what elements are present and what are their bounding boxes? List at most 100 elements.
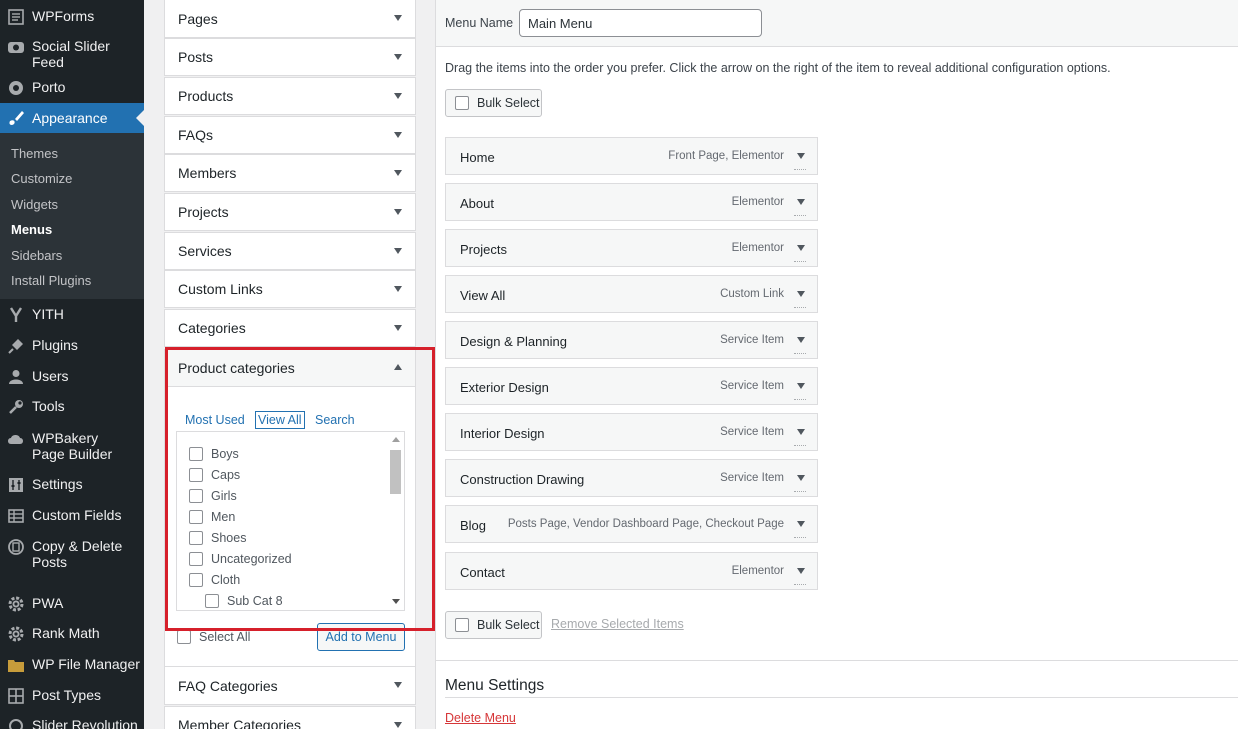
accordion-section-posts[interactable]: Posts — [164, 38, 416, 76]
list-item[interactable]: Cloth — [189, 573, 240, 587]
chevron-down-icon[interactable] — [394, 132, 402, 138]
scroll-down-icon[interactable] — [392, 599, 400, 604]
chevron-down-icon[interactable] — [394, 286, 402, 292]
submenu-widgets[interactable]: Widgets — [11, 197, 58, 212]
sidebar-item-plugins[interactable]: Plugins — [0, 337, 144, 355]
menu-item-contact[interactable]: Contact Elementor — [445, 552, 818, 590]
chevron-down-icon[interactable] — [797, 521, 805, 527]
menu-item-design-planning[interactable]: Design & Planning Service Item — [445, 321, 818, 359]
bulk-select-button-bottom[interactable]: Bulk Select — [445, 611, 542, 639]
remove-selected-items-link[interactable]: Remove Selected Items — [551, 617, 684, 631]
chevron-down-icon[interactable] — [797, 429, 805, 435]
bulk-select-checkbox[interactable] — [455, 96, 469, 110]
menu-item-view-all[interactable]: View All Custom Link — [445, 275, 818, 313]
sidebar-item-rank-math[interactable]: Rank Math — [0, 625, 144, 643]
chevron-up-icon[interactable] — [394, 364, 402, 370]
submenu-themes[interactable]: Themes — [11, 146, 58, 161]
chevron-down-icon[interactable] — [394, 722, 402, 728]
sidebar-item-custom-fields[interactable]: Custom Fields — [0, 507, 144, 525]
sidebar-item-porto[interactable]: Porto — [0, 79, 144, 97]
sidebar-item-slider-revolution[interactable]: Slider Revolution — [0, 717, 144, 729]
menu-item-construction-drawing[interactable]: Construction Drawing Service Item — [445, 459, 818, 497]
chevron-down-icon[interactable] — [394, 248, 402, 254]
submenu-menus[interactable]: Menus — [11, 222, 52, 237]
sidebar-item-tools[interactable]: Tools — [0, 398, 144, 416]
accordion-section-member-categories[interactable]: Member Categories — [164, 706, 416, 729]
accordion-section-faqs[interactable]: FAQs — [164, 116, 416, 154]
category-checkbox[interactable] — [189, 573, 203, 587]
list-item[interactable]: Caps — [189, 468, 240, 482]
sidebar-item-wpbakery[interactable]: WPBakery Page Builder — [0, 430, 128, 462]
accordion-section-categories[interactable]: Categories — [164, 309, 416, 347]
sidebar-item-social-slider-feed[interactable]: Social Slider Feed — [0, 38, 144, 70]
menu-item-blog[interactable]: Blog Posts Page, Vendor Dashboard Page, C… — [445, 505, 818, 543]
chevron-down-icon[interactable] — [394, 93, 402, 99]
chevron-down-icon[interactable] — [394, 325, 402, 331]
menu-item-home[interactable]: Home Front Page, Elementor — [445, 137, 818, 175]
chevron-down-icon[interactable] — [797, 383, 805, 389]
sidebar-item-yith[interactable]: YITH — [0, 306, 144, 324]
sidebar-item-settings[interactable]: Settings — [0, 476, 144, 494]
list-item[interactable]: Sub Cat 8 — [205, 594, 283, 608]
tab-search[interactable]: Search — [315, 413, 355, 427]
accordion-section-custom-links[interactable]: Custom Links — [164, 270, 416, 308]
menu-item-exterior-design[interactable]: Exterior Design Service Item — [445, 367, 818, 405]
chevron-down-icon[interactable] — [797, 291, 805, 297]
chevron-down-icon[interactable] — [797, 245, 805, 251]
select-all-checkbox[interactable] — [177, 630, 191, 644]
chevron-down-icon[interactable] — [797, 199, 805, 205]
category-checkbox[interactable] — [189, 531, 203, 545]
chevron-down-icon[interactable] — [797, 153, 805, 159]
delete-menu-link[interactable]: Delete Menu — [445, 711, 516, 725]
bulk-select-button-top[interactable]: Bulk Select — [445, 89, 542, 117]
list-item[interactable]: Shoes — [189, 531, 246, 545]
menu-item-projects[interactable]: Projects Elementor — [445, 229, 818, 267]
chevron-down-icon[interactable] — [394, 209, 402, 215]
chevron-down-icon[interactable] — [394, 54, 402, 60]
accordion-section-product-categories[interactable]: Product categories — [165, 349, 415, 387]
tab-most-used[interactable]: Most Used — [185, 413, 245, 427]
submenu-customize[interactable]: Customize — [11, 171, 72, 186]
menu-item-interior-design[interactable]: Interior Design Service Item — [445, 413, 818, 451]
sidebar-item-appearance[interactable]: Appearance — [0, 103, 144, 133]
sidebar-item-pwa[interactable]: PWA — [0, 595, 144, 613]
list-item[interactable]: Uncategorized — [189, 552, 292, 566]
sidebar-item-wp-file-manager[interactable]: WP File Manager — [0, 656, 144, 674]
chevron-down-icon[interactable] — [394, 15, 402, 21]
chevron-down-icon[interactable] — [797, 475, 805, 481]
submenu-sidebars[interactable]: Sidebars — [11, 248, 62, 263]
category-checkbox[interactable] — [189, 489, 203, 503]
sidebar-item-wpforms[interactable]: WPForms — [0, 8, 144, 26]
category-checkbox[interactable] — [189, 552, 203, 566]
submenu-install-plugins[interactable]: Install Plugins — [11, 273, 91, 288]
list-item[interactable]: Girls — [189, 489, 237, 503]
accordion-section-members[interactable]: Members — [164, 154, 416, 192]
menu-name-input[interactable] — [519, 9, 762, 37]
select-all-control[interactable]: Select All — [177, 630, 250, 644]
category-checklist[interactable]: Boys Caps Girls Men Shoes Uncategorized … — [176, 431, 405, 611]
bulk-select-checkbox[interactable] — [455, 618, 469, 632]
accordion-section-pages[interactable]: Pages — [164, 0, 416, 38]
chevron-down-icon[interactable] — [797, 337, 805, 343]
sidebar-item-users[interactable]: Users — [0, 368, 144, 386]
chevron-down-icon[interactable] — [797, 568, 805, 574]
tab-view-all[interactable]: View All — [255, 411, 305, 429]
scroll-up-icon[interactable] — [392, 437, 400, 442]
category-checkbox[interactable] — [189, 468, 203, 482]
category-checkbox[interactable] — [189, 447, 203, 461]
list-item[interactable]: Men — [189, 510, 235, 524]
accordion-section-projects[interactable]: Projects — [164, 193, 416, 231]
sidebar-item-copy-delete-posts[interactable]: Copy & Delete Posts — [0, 538, 130, 570]
category-checkbox[interactable] — [189, 510, 203, 524]
scroll-thumb[interactable] — [390, 450, 401, 494]
menu-item-about[interactable]: About Elementor — [445, 183, 818, 221]
accordion-section-faq-categories[interactable]: FAQ Categories — [164, 667, 416, 705]
add-to-menu-button[interactable]: Add to Menu — [317, 623, 405, 651]
accordion-section-products[interactable]: Products — [164, 77, 416, 115]
accordion-section-services[interactable]: Services — [164, 232, 416, 270]
chevron-down-icon[interactable] — [394, 682, 402, 688]
list-item[interactable]: Boys — [189, 447, 239, 461]
checklist-scrollbar[interactable] — [388, 432, 404, 610]
category-checkbox[interactable] — [205, 594, 219, 608]
chevron-down-icon[interactable] — [394, 170, 402, 176]
